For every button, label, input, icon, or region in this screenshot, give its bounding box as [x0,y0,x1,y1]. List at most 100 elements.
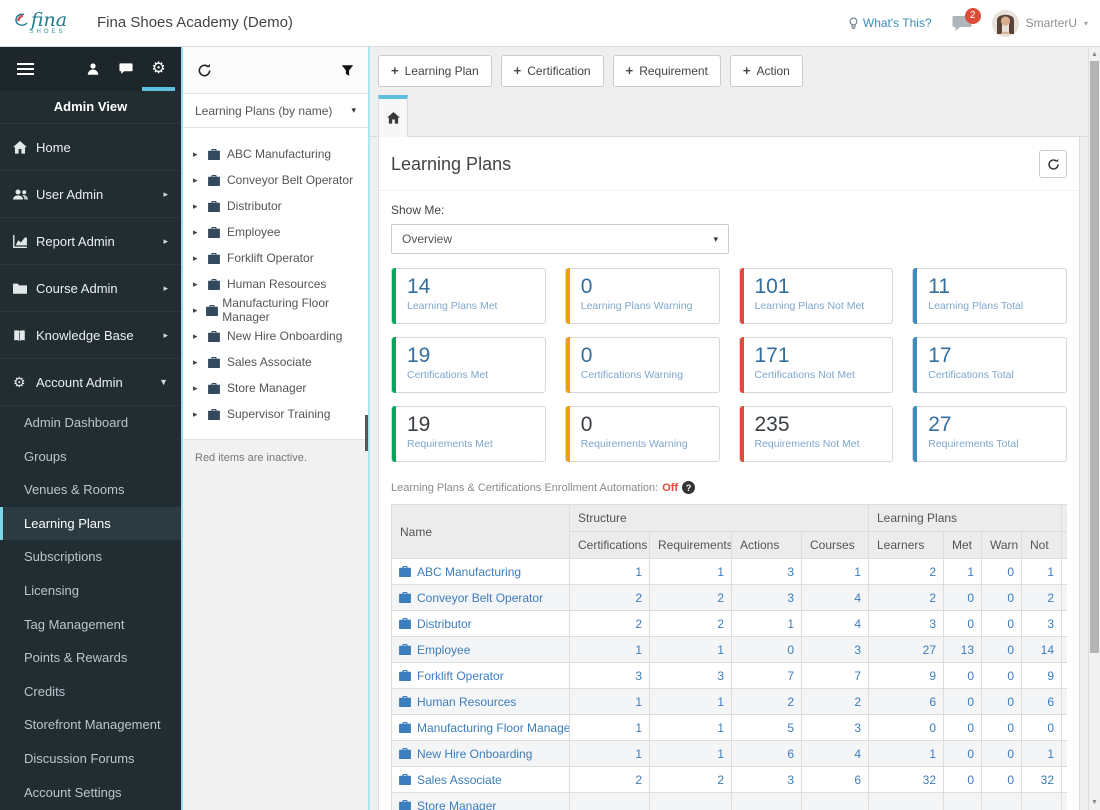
table-cell: 9 [868,662,944,689]
sidebar-item-user-admin[interactable]: User Admin ▸ [0,171,181,218]
sidebar-item-account-admin[interactable]: ⚙ Account Admin ▼ [0,359,181,406]
show-me-select[interactable]: Overview ▾ [391,224,729,254]
row-link[interactable]: ABC Manufacturing [399,565,562,579]
tree-scrollbar[interactable] [365,415,368,451]
sidebar-subitem-points-rewards[interactable]: Points & Rewards [0,641,181,675]
sidebar-item-report-admin[interactable]: Report Admin ▸ [0,218,181,265]
column-header-actions[interactable]: Actions [731,531,802,559]
table-cell: 7 [731,662,802,689]
tree-item-abc-manufacturing[interactable]: ▸ ABC Manufacturing [183,141,368,167]
tree-sort-select[interactable]: Learning Plans (by name) ▾ [183,94,368,128]
hamburger-menu-button[interactable] [13,59,38,79]
caret-right-icon[interactable]: ▸ [193,331,208,342]
sidebar-subitem-subscriptions[interactable]: Subscriptions [0,540,181,574]
table-cell: 0 [731,636,802,663]
add-requirement-button[interactable]: + Requirement [612,55,721,87]
tree-item-sales-associate[interactable]: ▸ Sales Associate [183,349,368,375]
column-header-courses[interactable]: Courses [801,531,869,559]
table-cell: 4 [801,610,869,637]
tree-item-supervisor-training[interactable]: ▸ Supervisor Training [183,401,368,427]
caret-right-icon[interactable]: ▸ [193,279,208,290]
table-cell: 6 [868,688,944,715]
sidebar-item-course-admin[interactable]: Course Admin ▸ [0,265,181,312]
person-icon[interactable] [76,47,109,91]
column-header-name[interactable]: Name [391,504,570,559]
filter-icon[interactable] [341,64,354,77]
user-menu[interactable]: SmarterU ▾ [991,9,1088,37]
column-header-not[interactable]: Not [1021,531,1062,559]
panel-refresh-button[interactable] [1039,150,1067,178]
table-cell [1061,792,1067,810]
scroll-up-arrow[interactable]: ▲ [1089,51,1100,58]
table-cell: 1 [569,740,650,767]
plus-icon: + [742,63,751,78]
caret-right-icon[interactable]: ▸ [193,357,208,368]
learning-plans-table: Name Structure Learning Plans Certificat… [391,504,1067,810]
caret-right-icon[interactable]: ▸ [193,201,208,212]
help-icon[interactable]: ? [682,481,696,494]
row-link[interactable]: Manufacturing Floor Manager [399,721,569,735]
sidebar-subitem-discussion-forums[interactable]: Discussion Forums [0,742,181,776]
table-row-forklift-operator: Forklift Operator 33779009 [391,662,1067,689]
whats-this-link[interactable]: What's This? [848,16,932,30]
add-learning-plan-button[interactable]: + Learning Plan [378,55,492,87]
sidebar-subitem-licensing[interactable]: Licensing [0,574,181,608]
caret-right-icon[interactable]: ▸ [193,305,206,316]
sidebar-subitem-admin-dashboard[interactable]: Admin Dashboard [0,406,181,440]
add-action-button[interactable]: + Action [729,55,803,87]
sidebar-subitem-venues-rooms[interactable]: Venues & Rooms [0,473,181,507]
caret-right-icon[interactable]: ▸ [193,383,208,394]
column-header-met[interactable]: Met [943,531,982,559]
sidebar-item-knowledge-base[interactable]: Knowledge Base ▸ [0,312,181,359]
sidebar-subitem-credits[interactable]: Credits [0,675,181,709]
chart-icon [13,234,36,248]
column-header-accep[interactable]: Accep [1061,531,1067,559]
table-cell: 7 [801,662,869,689]
row-link[interactable]: Forklift Operator [399,669,562,683]
column-header-requirements[interactable]: Requirements [649,531,732,559]
tree-item-conveyor-belt-operator[interactable]: ▸ Conveyor Belt Operator [183,167,368,193]
tree-item-new-hire-onboarding[interactable]: ▸ New Hire Onboarding [183,323,368,349]
gear-icon: ⚙ [13,374,26,390]
sidebar-subitem-storefront-management[interactable]: Storefront Management [0,708,181,742]
table-container: Name Structure Learning Plans Certificat… [391,504,1067,810]
add-certification-button[interactable]: + Certification [500,55,604,87]
briefcase-icon [399,722,411,733]
scroll-down-arrow[interactable]: ▼ [1089,799,1100,806]
row-link[interactable]: Human Resources [399,695,562,709]
sidebar-subitem-account-settings[interactable]: Account Settings [0,776,181,810]
gear-icon[interactable]: ⚙ [142,47,175,91]
column-header-certifications[interactable]: Certifications [569,531,650,559]
caret-right-icon[interactable]: ▸ [193,149,208,160]
table-cell [649,792,732,810]
tree-item-forklift-operator[interactable]: ▸ Forklift Operator [183,245,368,271]
tree-item-human-resources[interactable]: ▸ Human Resources [183,271,368,297]
row-link[interactable]: Conveyor Belt Operator [399,591,562,605]
chat-icon[interactable] [109,47,142,91]
row-link[interactable]: New Hire Onboarding [399,747,562,761]
tree-item-manufacturing-floor-manager[interactable]: ▸ Manufacturing Floor Manager [183,296,368,324]
column-header-warn[interactable]: Warn [981,531,1022,559]
sidebar-item-home[interactable]: Home [0,124,181,171]
sidebar-subitem-groups[interactable]: Groups [0,440,181,474]
sidebar-subitem-tag-management[interactable]: Tag Management [0,608,181,642]
tree-item-store-manager[interactable]: ▸ Store Manager [183,375,368,401]
caret-right-icon[interactable]: ▸ [193,409,208,420]
row-link[interactable]: Store Manager [399,799,562,810]
row-link[interactable]: Distributor [399,617,562,631]
row-link[interactable]: Sales Associate [399,773,562,787]
tree-item-distributor[interactable]: ▸ Distributor [183,193,368,219]
vertical-scrollbar[interactable]: ▲ ▼ [1088,47,1100,810]
caret-right-icon[interactable]: ▸ [193,253,208,264]
messages-button[interactable]: 2 [952,7,981,32]
caret-right-icon[interactable]: ▸ [193,227,208,238]
row-link[interactable]: Employee [399,643,562,657]
refresh-icon[interactable] [197,63,212,78]
column-header-learners[interactable]: Learners [868,531,944,559]
caret-right-icon[interactable]: ▸ [193,175,208,186]
home-icon [13,140,36,154]
sidebar-subitem-learning-plans[interactable]: Learning Plans [0,506,181,541]
tab-home[interactable] [378,95,408,137]
scrollbar-thumb[interactable] [1090,61,1099,653]
tree-item-employee[interactable]: ▸ Employee [183,219,368,245]
